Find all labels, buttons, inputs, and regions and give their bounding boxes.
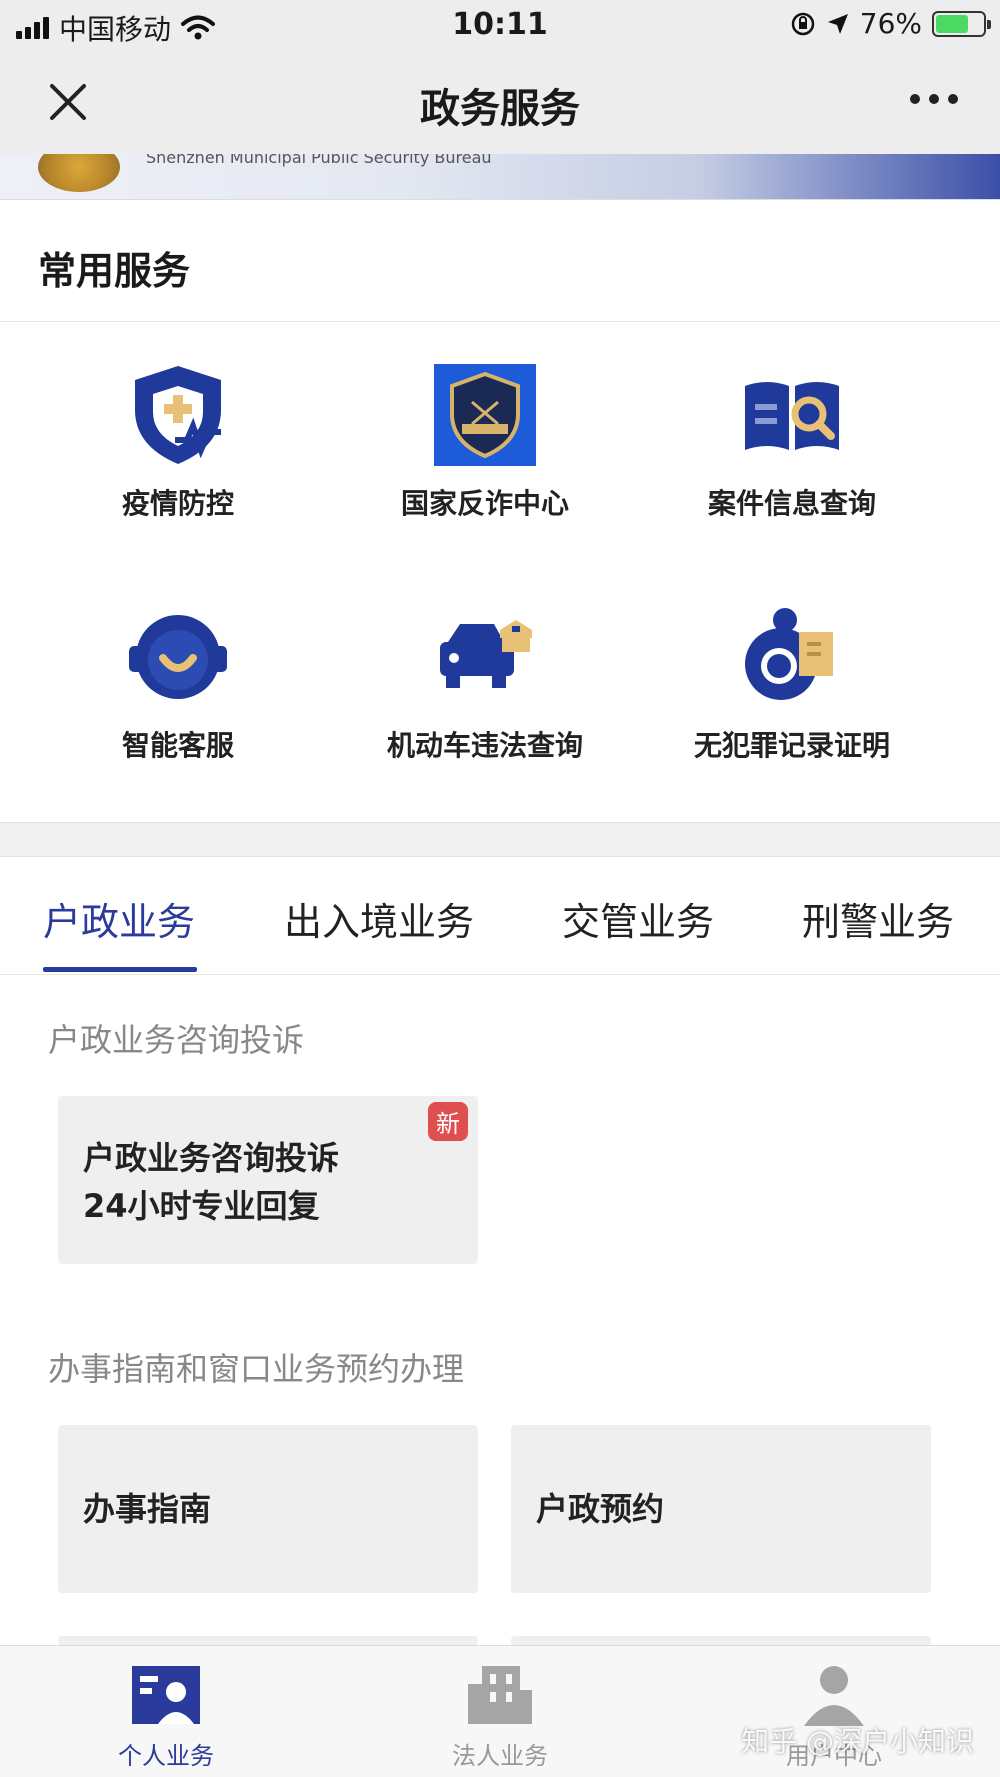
status-right: 76% xyxy=(790,7,991,40)
service-no-criminal-record[interactable]: 无犯罪记录证明 xyxy=(642,602,942,764)
tab-exit-entry[interactable]: 出入境业务 xyxy=(284,891,474,946)
service-label: 无犯罪记录证明 xyxy=(693,729,890,762)
service-anti-fraud-center[interactable]: 国家反诈中心 xyxy=(335,360,635,522)
card-title: 户政预约 xyxy=(536,1490,665,1528)
bottom-tab-personal[interactable]: 个人业务 xyxy=(66,1664,266,1771)
location-arrow-icon xyxy=(827,13,848,34)
banner-text: Shenzhen Municipal Public Security Burea… xyxy=(146,154,492,167)
tab-household-registration[interactable]: 户政业务 xyxy=(43,891,195,946)
building-icon xyxy=(468,1666,532,1724)
service-label: 疫情防控 xyxy=(121,487,234,520)
common-services-grid: 疫情防控 国家反诈中心 案件信息查询 智能客服 机动车违法查询 无犯罪记录证明 xyxy=(0,322,1000,822)
new-badge: 新 xyxy=(428,1102,468,1141)
status-bar: 中国移动 10:11 76% xyxy=(0,0,1000,50)
card-title: 办事指南 xyxy=(83,1490,212,1528)
police-emblem-icon xyxy=(38,154,120,192)
household-appointment-card[interactable]: 户政预约 xyxy=(511,1425,931,1593)
service-label: 案件信息查询 xyxy=(707,487,876,520)
book-search-icon xyxy=(745,382,839,450)
business-tabs: 户政业务 出入境业务 交管业务 刑警业务 xyxy=(0,857,1000,975)
active-tab-indicator xyxy=(43,967,197,972)
customer-service-icon xyxy=(129,615,227,699)
section-title: 办事指南和窗口业务预约办理 xyxy=(48,1350,465,1388)
service-label: 国家反诈中心 xyxy=(400,487,569,520)
common-services-title: 常用服务 xyxy=(38,249,191,293)
page-title: 政务服务 xyxy=(420,86,580,132)
more-icon[interactable] xyxy=(910,94,958,104)
shield-health-icon xyxy=(135,366,221,464)
bottom-tab-label: 法人业务 xyxy=(452,1742,548,1770)
section-divider xyxy=(0,822,1000,857)
battery-percent: 76% xyxy=(859,7,922,40)
service-smart-support[interactable]: 智能客服 xyxy=(28,602,328,764)
orientation-lock-icon xyxy=(791,12,815,35)
card-title-line2: 24小时专业回复 xyxy=(83,1187,320,1225)
tab-criminal-police[interactable]: 刑警业务 xyxy=(802,891,954,946)
personal-id-icon xyxy=(132,1666,200,1724)
nav-bar: 政务服务 xyxy=(0,50,1000,154)
bottom-tab-label: 个人业务 xyxy=(118,1742,214,1770)
service-label: 智能客服 xyxy=(121,729,234,762)
section-title: 户政业务咨询投诉 xyxy=(48,1021,305,1059)
card-title-line1: 户政业务咨询投诉 xyxy=(83,1139,340,1177)
service-guide-card[interactable]: 办事指南 xyxy=(58,1425,478,1593)
anti-fraud-badge-icon xyxy=(434,364,536,466)
certificate-icon xyxy=(745,608,833,700)
tab-traffic-management[interactable]: 交管业务 xyxy=(562,891,714,946)
watermark: 知乎 @深户小知识 xyxy=(741,1725,974,1758)
bottom-tab-legal-entity[interactable]: 法人业务 xyxy=(400,1664,600,1771)
consult-complaint-card[interactable]: 户政业务咨询投诉 24小时专业回复 新 xyxy=(58,1096,478,1264)
service-label: 机动车违法查询 xyxy=(386,729,583,762)
common-services-header: 常用服务 xyxy=(0,200,1000,322)
battery-icon xyxy=(932,10,991,37)
banner[interactable]: Shenzhen Municipal Public Security Burea… xyxy=(0,154,1000,200)
police-car-icon xyxy=(440,620,532,688)
user-icon xyxy=(804,1666,864,1726)
service-vehicle-violation[interactable]: 机动车违法查询 xyxy=(335,602,635,764)
service-epidemic-control[interactable]: 疫情防控 xyxy=(28,360,328,522)
service-case-query[interactable]: 案件信息查询 xyxy=(642,360,942,522)
